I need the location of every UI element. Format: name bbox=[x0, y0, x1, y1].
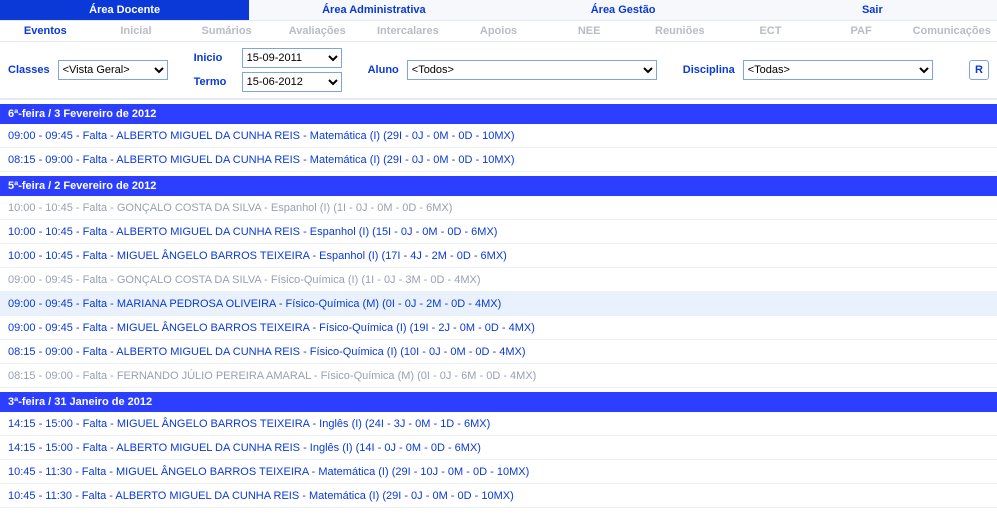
event-list[interactable]: 6ª-feira / 3 Fevereiro de 201209:00 - 09… bbox=[0, 100, 997, 517]
subnav-avaliacoes[interactable]: Avaliações bbox=[272, 21, 363, 41]
event-row[interactable]: 10:00 - 10:45 - Falta - MIGUEL ÂNGELO BA… bbox=[0, 244, 997, 268]
content-area: 6ª-feira / 3 Fevereiro de 201209:00 - 09… bbox=[0, 99, 997, 517]
subnav-comunicacoes[interactable]: Comunicações bbox=[906, 21, 997, 41]
event-row[interactable]: 10:00 - 10:45 - Falta - GONÇALO COSTA DA… bbox=[0, 196, 997, 220]
disciplina-label: Disciplina bbox=[683, 64, 735, 76]
sub-nav: Eventos Inicial Sumários Avaliações Inte… bbox=[0, 21, 997, 42]
subnav-sumarios[interactable]: Sumários bbox=[181, 21, 272, 41]
event-row[interactable]: 14:15 - 15:00 - Falta - ALBERTO MIGUEL D… bbox=[0, 436, 997, 460]
disciplina-select[interactable]: <Todas> bbox=[743, 60, 933, 80]
subnav-eventos[interactable]: Eventos bbox=[0, 21, 91, 41]
event-row[interactable]: 09:00 - 09:45 - Falta - MIGUEL ÂNGELO BA… bbox=[0, 316, 997, 340]
subnav-ect[interactable]: ECT bbox=[725, 21, 816, 41]
subnav-paf[interactable]: PAF bbox=[816, 21, 907, 41]
subnav-reunioes[interactable]: Reuniões bbox=[634, 21, 725, 41]
classes-label: Classes bbox=[8, 64, 50, 76]
subnav-apoios[interactable]: Apoios bbox=[453, 21, 544, 41]
event-row[interactable]: 10:00 - 10:45 - Falta - ALBERTO MIGUEL D… bbox=[0, 220, 997, 244]
event-row[interactable]: 10:45 - 11:30 - Falta - ALBERTO MIGUEL D… bbox=[0, 484, 997, 508]
inicio-label: Inicio bbox=[194, 52, 234, 64]
subnav-nee[interactable]: NEE bbox=[544, 21, 635, 41]
subnav-inicial[interactable]: Inicial bbox=[91, 21, 182, 41]
tab-area-administrativa[interactable]: Área Administrativa bbox=[249, 0, 498, 20]
tab-area-docente[interactable]: Área Docente bbox=[0, 0, 249, 20]
event-row[interactable]: 08:15 - 09:00 - Falta - ALBERTO MIGUEL D… bbox=[0, 340, 997, 364]
event-row[interactable]: 08:15 - 09:00 - Falta - ALBERTO MIGUEL D… bbox=[0, 148, 997, 172]
event-row[interactable]: 09:00 - 09:45 - Falta - ALBERTO MIGUEL D… bbox=[0, 124, 997, 148]
aluno-select[interactable]: <Todos> bbox=[407, 60, 657, 80]
filter-bar: Classes <Vista Geral> Inicio 15-09-2011 … bbox=[0, 42, 997, 99]
event-row[interactable]: 10:45 - 11:30 - Falta - MIGUEL ÂNGELO BA… bbox=[0, 460, 997, 484]
event-row[interactable]: 08:15 - 09:00 - Falta - FERNANDO JÚLIO P… bbox=[0, 364, 997, 388]
day-header: 5ª-feira / 2 Fevereiro de 2012 bbox=[0, 176, 997, 196]
top-nav: Área Docente Área Administrativa Área Ge… bbox=[0, 0, 997, 21]
termo-label: Termo bbox=[194, 76, 234, 88]
subnav-intercalares[interactable]: Intercalares bbox=[363, 21, 454, 41]
classes-select[interactable]: <Vista Geral> bbox=[58, 60, 168, 80]
aluno-label: Aluno bbox=[368, 64, 399, 76]
refresh-button[interactable]: R bbox=[969, 60, 989, 80]
inicio-select[interactable]: 15-09-2011 bbox=[242, 48, 342, 68]
event-row[interactable]: 09:00 - 09:45 - Falta - GONÇALO COSTA DA… bbox=[0, 268, 997, 292]
tab-area-gestao[interactable]: Área Gestão bbox=[499, 0, 748, 20]
tab-sair[interactable]: Sair bbox=[748, 0, 997, 20]
day-header: 6ª-feira / 3 Fevereiro de 2012 bbox=[0, 104, 997, 124]
event-row[interactable]: 09:00 - 09:45 - Falta - MARIANA PEDROSA … bbox=[0, 292, 997, 316]
termo-select[interactable]: 15-06-2012 bbox=[242, 72, 342, 92]
day-header: 3ª-feira / 31 Janeiro de 2012 bbox=[0, 392, 997, 412]
event-row[interactable]: 14:15 - 15:00 - Falta - MIGUEL ÂNGELO BA… bbox=[0, 412, 997, 436]
